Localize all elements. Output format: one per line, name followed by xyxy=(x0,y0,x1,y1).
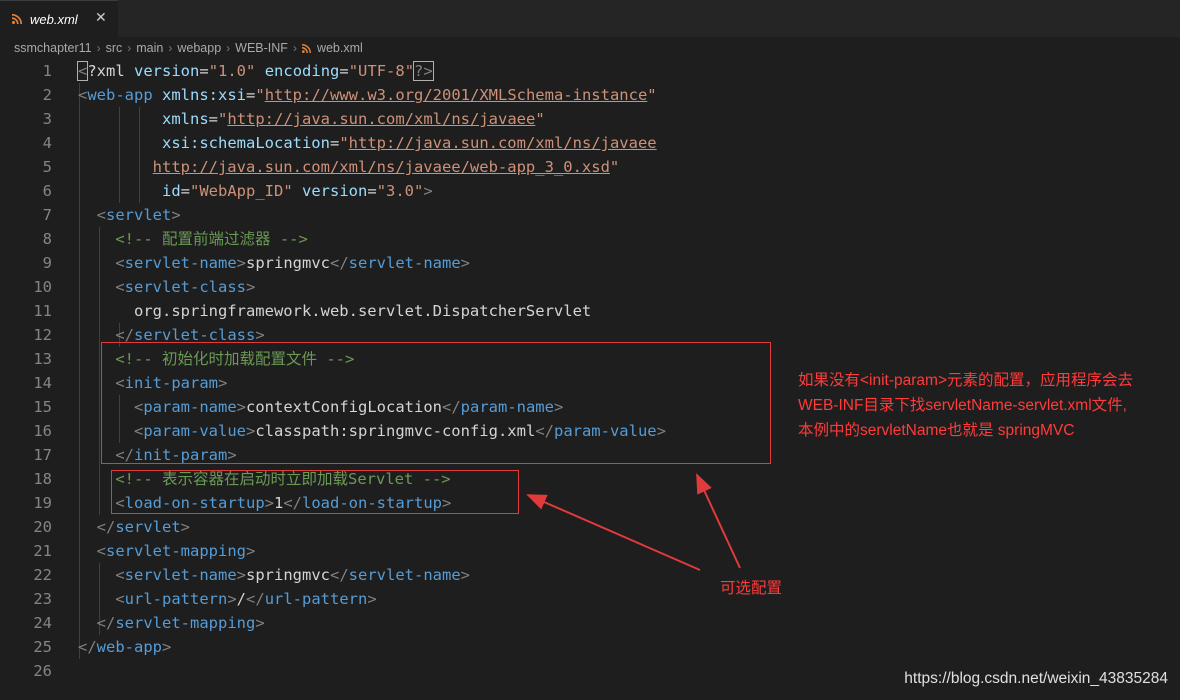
watermark: https://blog.csdn.net/weixin_43835284 xyxy=(904,670,1168,687)
arrow-to-init-param xyxy=(696,473,741,569)
annotation-arrows xyxy=(526,473,741,571)
arrow-to-load-on-startup xyxy=(526,494,701,571)
